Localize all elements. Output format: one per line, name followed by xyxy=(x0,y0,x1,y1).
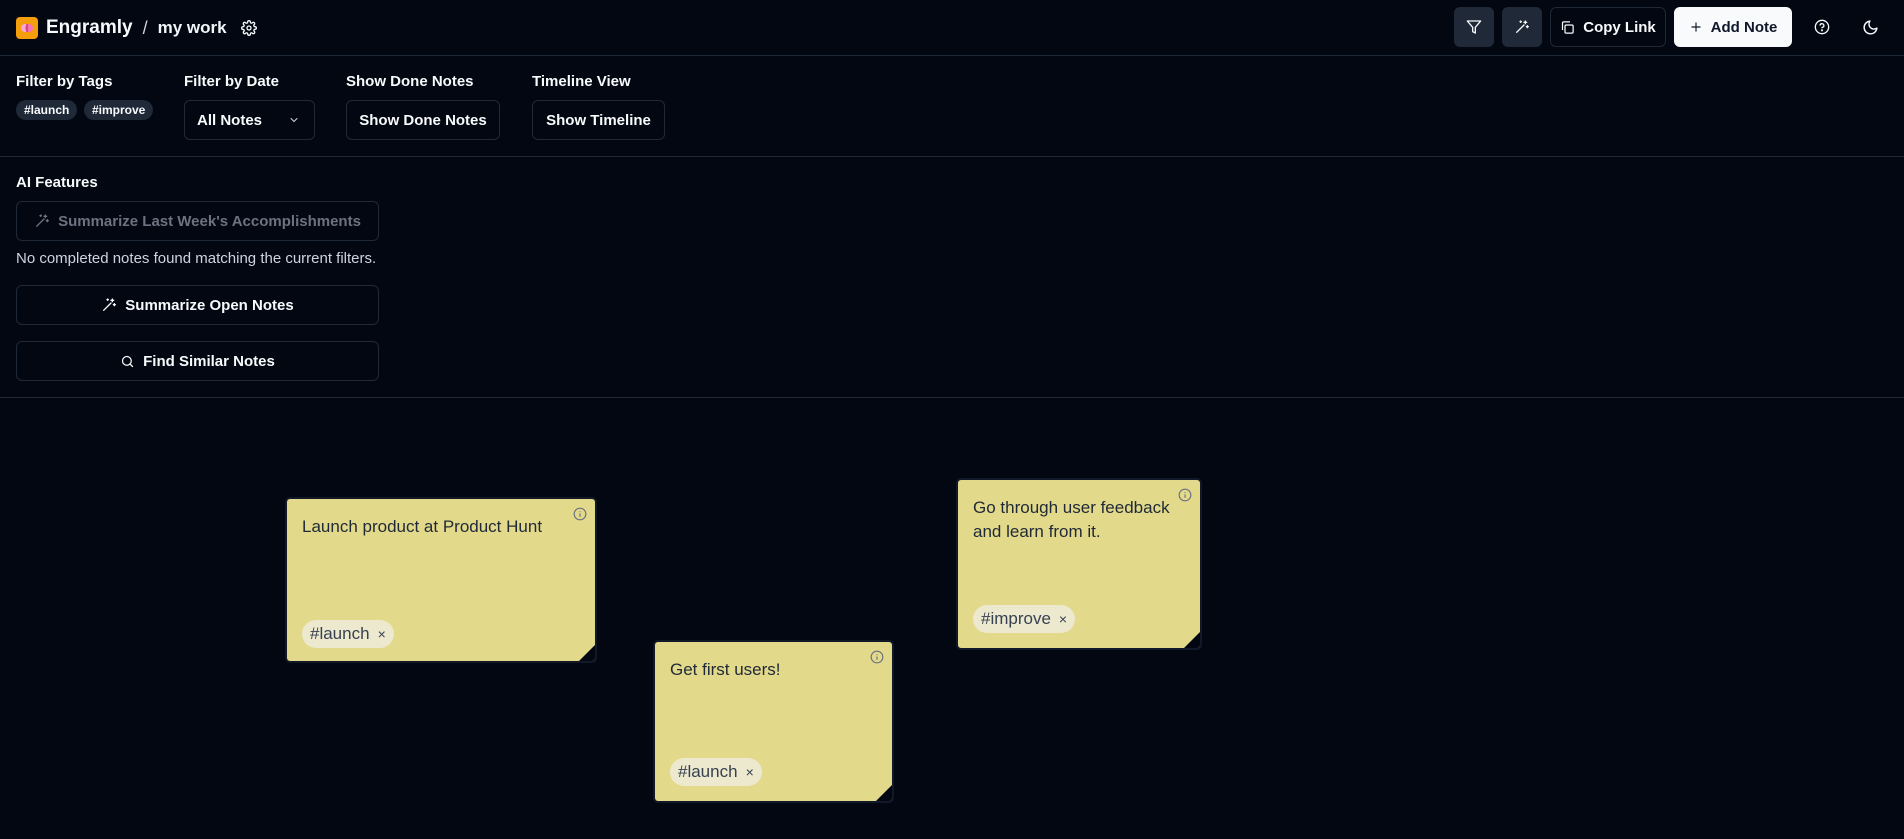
note-text[interactable]: Get first users! xyxy=(670,658,870,682)
copy-link-button[interactable]: Copy Link xyxy=(1550,7,1666,47)
summarize-last-week-label: Summarize Last Week's Accomplishments xyxy=(58,212,361,230)
sticky-note[interactable]: Get first users! #launch × xyxy=(653,640,894,803)
search-icon xyxy=(122,355,134,367)
magic-wand-icon xyxy=(103,298,117,311)
copy-icon xyxy=(1562,20,1574,34)
plus-icon xyxy=(1690,22,1701,32)
remove-tag-icon[interactable]: × xyxy=(1059,611,1067,627)
remove-tag-icon[interactable]: × xyxy=(746,764,754,780)
help-button[interactable] xyxy=(1802,7,1842,47)
info-icon[interactable] xyxy=(573,507,587,526)
help-circle-icon xyxy=(1814,19,1830,35)
date-filter-select[interactable]: All Notes xyxy=(184,100,315,140)
breadcrumb-separator: / xyxy=(142,17,148,38)
filter-icon xyxy=(1466,20,1482,34)
remove-tag-icon[interactable]: × xyxy=(378,626,386,642)
no-completed-notes-message: No completed notes found matching the cu… xyxy=(16,250,377,267)
note-tag-label: #improve xyxy=(981,609,1051,628)
summarize-open-notes-label: Summarize Open Notes xyxy=(125,296,294,314)
note-text[interactable]: Launch product at Product Hunt xyxy=(302,515,562,539)
ai-toggle-button[interactable] xyxy=(1502,7,1542,47)
show-done-notes-button[interactable]: Show Done Notes xyxy=(346,100,500,140)
note-tag: #launch × xyxy=(302,620,394,648)
filter-toggle-button[interactable] xyxy=(1454,7,1494,47)
summarize-last-week-button[interactable]: Summarize Last Week's Accomplishments xyxy=(16,201,379,241)
add-note-label: Add Note xyxy=(1710,18,1778,36)
show-done-notes-label: Show Done Notes xyxy=(346,73,474,90)
gear-icon[interactable] xyxy=(240,20,257,36)
app-name[interactable]: Engramly xyxy=(46,17,133,39)
summarize-open-notes-button[interactable]: Summarize Open Notes xyxy=(16,285,379,325)
note-tag-label: #launch xyxy=(678,762,738,781)
timeline-view-label: Timeline View xyxy=(532,73,631,90)
find-similar-notes-label: Find Similar Notes xyxy=(143,352,275,370)
brand: Engramly / my work xyxy=(16,14,257,42)
magic-wand-icon xyxy=(36,214,50,227)
date-filter-value: All Notes xyxy=(197,111,263,129)
info-icon[interactable] xyxy=(1178,488,1192,507)
filter-by-tags-label: Filter by Tags xyxy=(16,73,113,90)
tag-chip-launch[interactable]: #launch xyxy=(16,100,78,120)
ai-features-title: AI Features xyxy=(16,174,98,191)
copy-link-label: Copy Link xyxy=(1583,18,1656,36)
show-timeline-button[interactable]: Show Timeline xyxy=(532,100,665,140)
note-tag: #launch × xyxy=(670,758,762,786)
add-note-button[interactable]: Add Note xyxy=(1674,7,1792,47)
filter-panel: Filter by Tags #launch #improve Filter b… xyxy=(0,56,1904,157)
resize-handle[interactable] xyxy=(579,645,595,661)
info-icon[interactable] xyxy=(870,650,884,669)
find-similar-notes-button[interactable]: Find Similar Notes xyxy=(16,341,379,381)
resize-handle[interactable] xyxy=(876,785,892,801)
ai-features-panel: AI Features Summarize Last Week's Accomp… xyxy=(0,157,1904,398)
note-tag: #improve × xyxy=(973,605,1076,633)
resize-handle[interactable] xyxy=(1184,632,1200,648)
board-name[interactable]: my work xyxy=(158,18,227,38)
filter-by-date-label: Filter by Date xyxy=(184,73,280,90)
tag-chip-improve[interactable]: #improve xyxy=(84,100,154,120)
moon-icon xyxy=(1863,19,1878,34)
note-tag-label: #launch xyxy=(310,624,370,643)
sticky-note[interactable]: Launch product at Product Hunt #launch × xyxy=(285,497,597,663)
brain-icon xyxy=(16,17,38,39)
magic-wand-icon xyxy=(1516,20,1529,33)
theme-toggle-button[interactable] xyxy=(1850,7,1890,47)
note-text[interactable]: Go through user feedback and learn from … xyxy=(973,496,1173,544)
sticky-note[interactable]: Go through user feedback and learn from … xyxy=(956,478,1202,650)
chevron-down-icon xyxy=(290,118,298,123)
app-header: Engramly / my work Copy Link Add Note xyxy=(0,0,1904,56)
